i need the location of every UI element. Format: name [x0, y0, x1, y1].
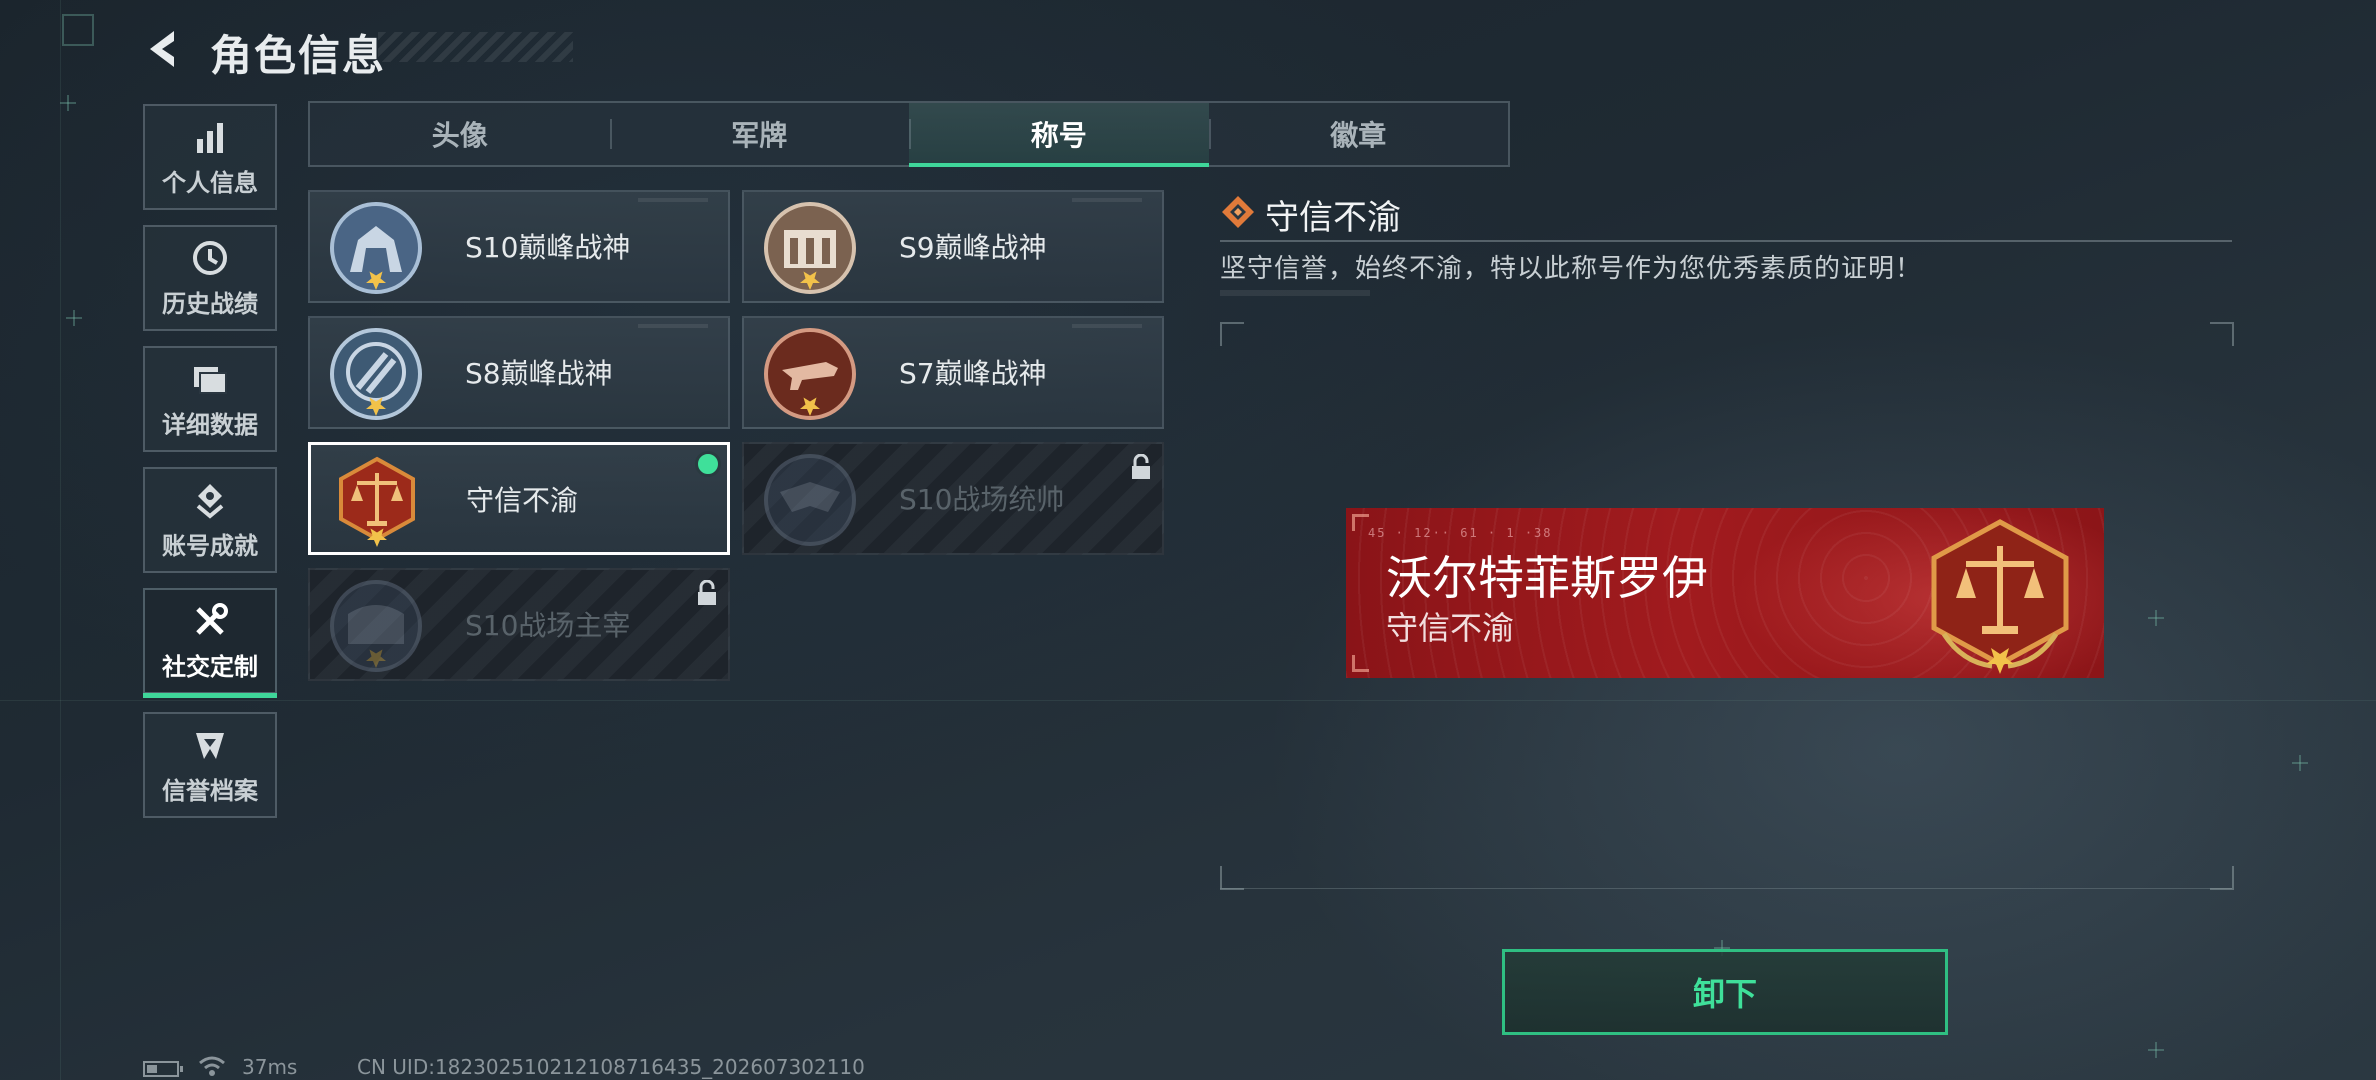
detail-fineprint-decor [1220, 290, 1370, 296]
back-arrow-icon [150, 31, 174, 67]
grid-cross-decor [2148, 1042, 2164, 1058]
wifi-icon [199, 1056, 225, 1076]
s10-peak-emblem-icon [330, 202, 422, 294]
banner-corner-decor [1352, 514, 1369, 531]
sidebar-item-label: 社交定制 [162, 652, 258, 681]
corner-square-decor [62, 14, 94, 46]
frame-corner-decor [2210, 322, 2234, 346]
title-card-keep-faith[interactable]: 守信不渝 [308, 442, 730, 555]
sidebar-item-reputation[interactable]: 信誉档案 [143, 712, 277, 818]
bar-chart-icon [197, 122, 223, 153]
sidebar-item-label: 个人信息 [162, 168, 258, 197]
preview-player-name: 沃尔特菲斯罗伊 [1386, 551, 1708, 605]
sidebar-item-label: 信誉档案 [162, 776, 258, 805]
unequip-button[interactable]: 卸下 [1502, 949, 1948, 1035]
sidebar-item-label: 详细数据 [162, 410, 258, 439]
s10-dominator-emblem-icon [330, 580, 422, 672]
folders-icon [194, 366, 227, 394]
frame-corner-decor [1220, 866, 1244, 890]
detail-description: 坚守信誉，始终不渝，特以此称号作为您优秀素质的证明！ [1220, 254, 1923, 284]
detail-title: 守信不渝 [1265, 198, 1401, 238]
fineprint-decor [1072, 324, 1142, 328]
tab-avatar[interactable]: 头像 [310, 103, 610, 165]
diamond-title-icon [1222, 196, 1254, 228]
tools-icon [196, 602, 228, 635]
back-button[interactable] [140, 25, 188, 73]
clock-history-icon [193, 240, 227, 275]
ping-readout: 37ms [242, 1055, 298, 1079]
frame-corner-decor [1220, 322, 1244, 346]
s10-commander-emblem-icon [764, 454, 856, 546]
title-card-name: S10战场主宰 [465, 609, 631, 642]
sidebar-item-history[interactable]: 历史战绩 [143, 225, 277, 331]
title-preview-banner: 45 · 12·· 61 · 1 ·38 沃尔特菲斯罗伊 守信不渝 [1346, 508, 2104, 678]
lock-icon [1132, 454, 1150, 479]
scales-emblem-icon [1931, 519, 2069, 674]
sidebar-item-achievements[interactable]: 账号成就 [143, 467, 277, 573]
title-card-s10-dominator[interactable]: S10战场主宰 [308, 568, 730, 681]
grid-line [0, 700, 2376, 701]
grid-cross-decor [2292, 755, 2308, 771]
achievement-icon [196, 483, 224, 519]
detail-divider [1220, 240, 2232, 242]
fineprint-decor [638, 198, 708, 202]
scales-emblem-icon [339, 456, 415, 547]
s7-peak-emblem-icon [764, 328, 856, 420]
frame-corner-decor [2210, 866, 2234, 890]
preview-title: 守信不渝 [1386, 609, 1515, 647]
title-stripes-decor [378, 32, 573, 62]
fineprint-decor [638, 324, 708, 328]
s9-peak-emblem-icon [764, 202, 856, 294]
sidebar-item-label: 账号成就 [162, 531, 258, 560]
grid-cross-decor [60, 95, 76, 111]
sidebar-item-detail-data[interactable]: 详细数据 [143, 346, 277, 452]
battery-icon [143, 1061, 183, 1077]
grid-cross-decor [66, 310, 82, 326]
sidebar-item-social-custom[interactable]: 社交定制 [143, 588, 277, 698]
page-title: 角色信息 [210, 31, 387, 80]
title-card-s10-commander[interactable]: S10战场统帅 [742, 442, 1164, 555]
tab-dog-tag[interactable]: 军牌 [609, 103, 910, 165]
title-card-name: 守信不渝 [466, 484, 579, 517]
s8-peak-emblem-icon [330, 328, 422, 420]
equipped-indicator [695, 451, 721, 477]
sidebar-item-personal-info[interactable]: 个人信息 [143, 104, 277, 210]
fineprint-decor [1072, 198, 1142, 202]
title-card-s10-peak[interactable]: S10巅峰战神 [308, 190, 730, 303]
grid-line [60, 0, 61, 1080]
title-card-name: S7巅峰战神 [899, 357, 1047, 390]
title-card-s9-peak[interactable]: S9巅峰战神 [742, 190, 1164, 303]
title-card-name: S10巅峰战神 [465, 231, 631, 264]
title-card-name: S10战场统帅 [899, 483, 1065, 516]
grid-cross-decor [2148, 610, 2164, 626]
banner-corner-decor [1352, 655, 1369, 672]
tab-badge[interactable]: 徽章 [1208, 103, 1509, 165]
title-card-name: S9巅峰战神 [899, 231, 1047, 264]
uid-readout: CN UID:18230251021210871643​5_2026073021… [357, 1055, 865, 1079]
tab-title[interactable]: 称号 [909, 103, 1209, 167]
emblem-icon [196, 732, 224, 759]
title-card-s8-peak[interactable]: S8巅峰战神 [308, 316, 730, 429]
title-card-name: S8巅峰战神 [465, 357, 613, 390]
category-tabs: 头像 军牌 称号 徽章 [308, 101, 1510, 167]
title-card-s7-peak[interactable]: S7巅峰战神 [742, 316, 1164, 429]
lock-icon [698, 580, 716, 605]
detail-bottom-divider [1220, 888, 2232, 889]
banner-micro-text: 45 · 12·· 61 · 1 ·38 [1368, 526, 1553, 540]
battery-level [147, 1065, 157, 1073]
sidebar-item-label: 历史战绩 [162, 289, 258, 318]
